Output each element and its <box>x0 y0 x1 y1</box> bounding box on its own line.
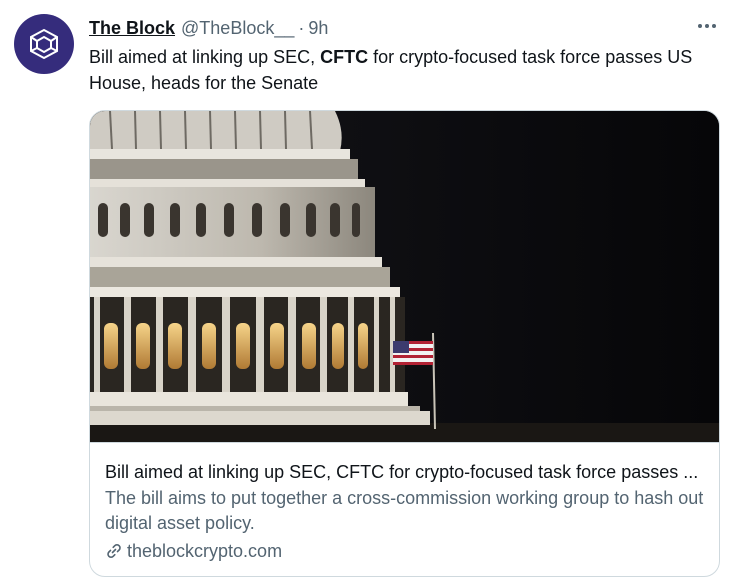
tweet-timestamp[interactable]: 9h <box>308 18 328 39</box>
separator-dot: · <box>298 17 305 38</box>
author-display-name[interactable]: The Block <box>89 18 175 39</box>
tweet-text: Bill aimed at linking up SEC, CFTC for c… <box>89 44 719 96</box>
cube-logo-icon <box>30 28 58 60</box>
card-domain-text: theblockcrypto.com <box>127 541 283 561</box>
tweet[interactable]: The Block @TheBlock__ · 9h Bill aimed at… <box>0 0 738 586</box>
tweet-text-part: Bill aimed at linking up SEC, <box>89 47 321 67</box>
card-description: The bill aims to put together a cross-co… <box>105 488 704 533</box>
card-title[interactable]: Bill aimed at linking up SEC, CFTC for c… <box>105 460 705 484</box>
link-preview-card[interactable]: Bill aimed at linking up SEC, CFTC for c… <box>89 110 720 577</box>
tweet-text-bold: CFTC <box>320 47 369 67</box>
card-domain[interactable]: theblockcrypto.com <box>105 539 282 563</box>
more-options-button[interactable] <box>694 14 720 38</box>
avatar[interactable] <box>14 14 74 74</box>
author-handle[interactable]: @TheBlock__ <box>181 18 294 39</box>
card-body: Bill aimed at linking up SEC, CFTC for c… <box>90 442 719 576</box>
more-horizontal-icon <box>698 24 702 28</box>
capitol-dome-photo[interactable] <box>90 111 719 442</box>
link-icon <box>105 542 123 560</box>
tweet-header: The Block @TheBlock__ · 9h <box>89 16 328 40</box>
